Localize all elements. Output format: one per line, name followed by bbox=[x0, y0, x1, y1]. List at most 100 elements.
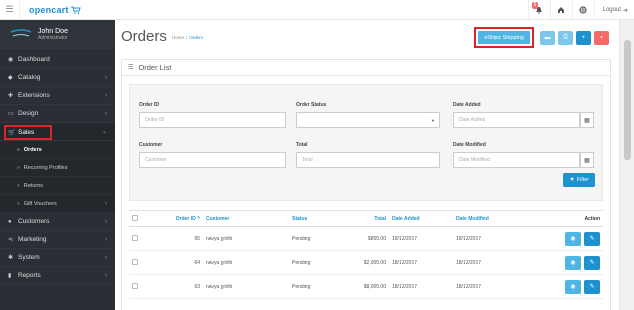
cell-actions: ◉ ✎ bbox=[527, 274, 603, 299]
col-total[interactable]: Total bbox=[335, 210, 389, 227]
truck-icon: ▬ bbox=[544, 34, 551, 41]
col-customer[interactable]: Customer bbox=[203, 210, 289, 227]
chevron-right-icon: › bbox=[105, 218, 107, 225]
cell-status: Pending bbox=[289, 250, 335, 275]
order-status-select[interactable]: ▼ bbox=[296, 112, 440, 128]
view-order-button[interactable]: ◉ bbox=[565, 255, 581, 270]
cell-actions: ◉ ✎ bbox=[527, 226, 603, 251]
cell-customer: navya jyothi bbox=[203, 226, 289, 251]
total-label: Total bbox=[296, 142, 308, 148]
edit-order-button[interactable]: ✎ bbox=[584, 231, 600, 246]
calendar-icon[interactable]: ▦ bbox=[580, 152, 594, 168]
edit-order-button[interactable]: ✎ bbox=[584, 255, 600, 270]
sidebar-item-reports[interactable]: ▮ Reports › bbox=[0, 267, 115, 285]
logout-button[interactable]: Logout ➜ bbox=[593, 0, 634, 20]
sidebar-subitem-returns[interactable]: » Returns bbox=[0, 177, 115, 195]
table-row: 65 navya jyothi Pending $805.00 19/12/20… bbox=[129, 226, 603, 251]
sidebar-subitem-orders[interactable]: » Orders bbox=[0, 141, 115, 159]
cell-status: Pending bbox=[289, 226, 335, 251]
sidebar-item-label: Catalog bbox=[18, 74, 41, 81]
col-order-id[interactable]: Order ID ^ bbox=[143, 210, 203, 227]
home-icon[interactable] bbox=[549, 0, 572, 20]
sidebar-item-dashboard[interactable]: ◉ Dashboard bbox=[0, 51, 115, 69]
cell-date-modified: 19/12/2017 bbox=[453, 226, 527, 251]
date-added-label: Date Added bbox=[453, 102, 481, 108]
sidebar-item-label: Dashboard bbox=[18, 56, 50, 63]
sidebar-item-catalog[interactable]: ◆ Catalog › bbox=[0, 69, 115, 87]
order-id-input[interactable]: Order ID bbox=[139, 112, 286, 128]
user-profile[interactable]: John Doe Administrator bbox=[0, 20, 115, 51]
row-checkbox-cell bbox=[129, 250, 143, 275]
table-header-row: Order ID ^ Customer Status Total Date Ad… bbox=[129, 210, 603, 227]
print-shipping-button[interactable]: ▬ bbox=[540, 30, 555, 45]
cell-order-id: 65 bbox=[143, 226, 203, 251]
page-scrollbar[interactable] bbox=[619, 20, 634, 310]
double-arrow-icon: » bbox=[17, 200, 20, 207]
row-checkbox[interactable] bbox=[132, 282, 138, 289]
filter-button[interactable]: ▼ Filter bbox=[563, 173, 595, 187]
eshipz-shipping-button[interactable]: eShipz Shipping bbox=[478, 31, 530, 44]
trash-icon: ▪ bbox=[600, 34, 603, 41]
cell-total: $2,005.00 bbox=[335, 250, 389, 275]
tag-icon: ◆ bbox=[8, 75, 13, 81]
select-all-checkbox[interactable] bbox=[132, 214, 138, 221]
sidebar-item-label: Marketing bbox=[18, 236, 47, 243]
customer-input[interactable]: Customer bbox=[139, 152, 286, 168]
monitor-icon: ▭ bbox=[8, 111, 14, 117]
notification-bell-icon[interactable]: 5 bbox=[527, 0, 550, 20]
row-checkbox[interactable] bbox=[132, 234, 138, 241]
hamburger-icon[interactable]: ☰ bbox=[0, 0, 20, 20]
cell-actions: ◉ ✎ bbox=[527, 250, 603, 275]
pencil-icon: ✎ bbox=[589, 236, 595, 242]
help-lifebuoy-icon[interactable] bbox=[571, 0, 594, 20]
eye-icon: ◉ bbox=[570, 284, 576, 290]
sidebar-item-system[interactable]: ✱ System › bbox=[0, 249, 115, 267]
puzzle-icon: ✚ bbox=[8, 93, 14, 99]
sidebar-subitem-recurring-profiles[interactable]: » Recurring Profiles bbox=[0, 159, 115, 177]
calendar-icon[interactable]: ▦ bbox=[580, 112, 594, 128]
chevron-right-icon: › bbox=[105, 74, 107, 81]
cart-icon: 🛒 bbox=[8, 130, 16, 136]
sidebar-subitem-label: Gift Vouchers bbox=[23, 200, 57, 207]
print-invoice-button[interactable]: ⎙ bbox=[558, 30, 573, 45]
sidebar-item-label: Customers bbox=[18, 218, 50, 225]
col-date-added[interactable]: Date Added bbox=[389, 210, 453, 227]
sidebar-item-design[interactable]: ▭ Design › bbox=[0, 105, 115, 123]
total-input[interactable]: Total bbox=[296, 152, 440, 168]
sidebar-item-customers[interactable]: ● Customers › bbox=[0, 213, 115, 231]
date-modified-input[interactable]: Date Modified bbox=[453, 152, 580, 168]
sidebar-item-marketing[interactable]: ⋖ Marketing › bbox=[0, 231, 115, 249]
edit-order-button[interactable]: ✎ bbox=[584, 279, 600, 294]
col-status[interactable]: Status bbox=[289, 210, 335, 227]
date-added-input[interactable]: Date Added bbox=[453, 112, 580, 128]
avatar bbox=[10, 29, 32, 41]
cell-customer: navya jyothi bbox=[203, 274, 289, 299]
sidebar-subitem-gift-vouchers[interactable]: » Gift Vouchers › bbox=[0, 195, 115, 213]
add-order-button[interactable]: + bbox=[576, 30, 591, 45]
order-status-label: Order Status bbox=[296, 102, 327, 108]
dashboard-icon: ◉ bbox=[8, 57, 14, 63]
print-icon: ⎙ bbox=[563, 34, 568, 40]
scrollbar-thumb[interactable] bbox=[624, 40, 631, 160]
sidebar-item-extensions[interactable]: ✚ Extensions › bbox=[0, 87, 115, 105]
order-list-panel: ☰ Order List Order ID Order ID Order Sta… bbox=[121, 59, 611, 310]
breadcrumb-home[interactable]: Home bbox=[172, 35, 184, 40]
sidebar-item-sales[interactable]: 🛒 Sales bbox=[4, 125, 52, 140]
pencil-icon: ✎ bbox=[589, 284, 595, 290]
user-icon: ● bbox=[8, 218, 12, 225]
cell-customer: navya jyothi bbox=[203, 250, 289, 275]
notification-badge: 5 bbox=[531, 2, 539, 9]
breadcrumb-orders[interactable]: Orders bbox=[189, 35, 203, 40]
logo[interactable]: opencart bbox=[29, 5, 81, 15]
view-order-button[interactable]: ◉ bbox=[565, 231, 581, 246]
view-order-button[interactable]: ◉ bbox=[565, 279, 581, 294]
row-checkbox[interactable] bbox=[132, 258, 138, 265]
col-date-modified[interactable]: Date Modified bbox=[453, 210, 527, 227]
logout-label: Logout bbox=[602, 7, 621, 13]
cell-status: Pending bbox=[289, 274, 335, 299]
order-id-label: Order ID bbox=[139, 102, 160, 108]
delete-button[interactable]: ▪ bbox=[594, 30, 609, 45]
sidebar: John Doe Administrator ◉ Dashboard ◆ Cat… bbox=[0, 20, 115, 310]
cell-date-modified: 18/12/2017 bbox=[453, 274, 527, 299]
double-arrow-icon: » bbox=[17, 182, 20, 189]
